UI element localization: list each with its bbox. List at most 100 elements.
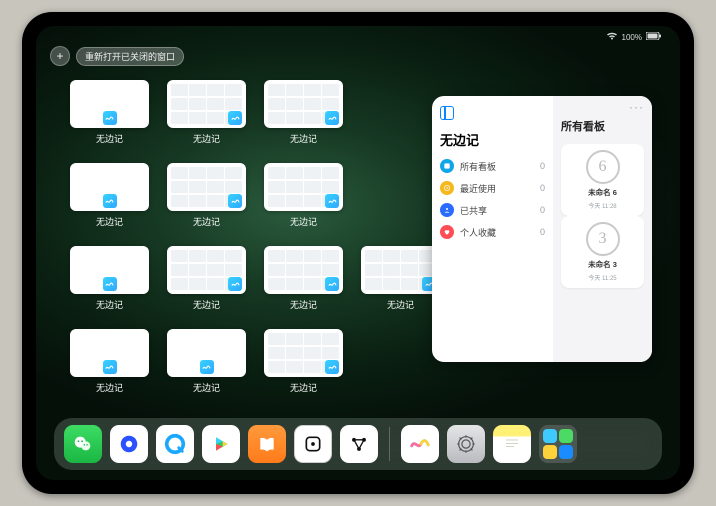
window-thumbnail <box>264 80 343 128</box>
window-thumbnail <box>167 163 246 211</box>
dock-app-wechat[interactable] <box>64 425 102 463</box>
window-thumbnail <box>70 329 149 377</box>
widget-sidebar: 无边记 所有看板 0 最近使用0 已共享 0 个人收藏0 <box>432 96 553 362</box>
wifi-icon <box>606 32 618 42</box>
dock-app-play[interactable] <box>202 425 240 463</box>
freeform-app-icon <box>228 194 242 208</box>
dock-app-dice[interactable] <box>294 425 332 463</box>
dock-app-graph[interactable] <box>340 425 378 463</box>
freeform-app-icon <box>200 360 214 374</box>
window-label: 无边记 <box>96 298 123 311</box>
freeform-app-icon <box>228 277 242 291</box>
board-date: 今天 11:28 <box>588 201 616 210</box>
window-label: 无边记 <box>290 381 317 394</box>
category-count: 0 <box>540 205 545 215</box>
window-label: 无边记 <box>290 298 317 311</box>
freeform-app-icon <box>103 194 117 208</box>
window-label: 无边记 <box>290 132 317 145</box>
app-window-card[interactable]: 无边记 <box>361 246 440 311</box>
category-icon <box>440 203 454 217</box>
window-thumbnail <box>361 246 440 294</box>
widget-category-row[interactable]: 个人收藏0 <box>440 221 545 243</box>
board-date: 今天 11:25 <box>588 273 616 282</box>
app-window-card[interactable]: 无边记 <box>264 163 343 228</box>
app-window-card[interactable]: 无边记 <box>70 246 149 311</box>
window-thumbnail <box>167 329 246 377</box>
window-thumbnail <box>264 163 343 211</box>
dock-app-qqbrowser[interactable] <box>156 425 194 463</box>
new-window-button[interactable]: + <box>50 46 70 66</box>
app-window-card[interactable]: 无边记 <box>167 163 246 228</box>
dock <box>54 418 662 470</box>
freeform-app-icon <box>103 360 117 374</box>
window-thumbnail <box>167 80 246 128</box>
widget-right-title: 所有看板 <box>561 118 644 134</box>
battery-label: 100% <box>622 33 642 42</box>
dock-recent-apps[interactable] <box>539 425 577 463</box>
app-window-card[interactable]: 无边记 <box>70 163 149 228</box>
board-name: 未命名 3 <box>588 259 617 270</box>
category-name: 所有看板 <box>460 160 496 173</box>
board-thumbnail: 3 <box>586 222 620 256</box>
category-icon <box>440 159 454 173</box>
window-thumbnail <box>264 329 343 377</box>
freeform-app-icon <box>325 111 339 125</box>
window-label: 无边记 <box>290 215 317 228</box>
window-label: 无边记 <box>193 132 220 145</box>
widget-category-row[interactable]: 所有看板 0 <box>440 155 545 177</box>
dock-app-settings[interactable] <box>447 425 485 463</box>
app-window-card[interactable]: 无边记 <box>167 246 246 311</box>
top-controls: + 重新打开已关闭的窗口 <box>50 46 184 66</box>
widget-category-row[interactable]: 最近使用0 <box>440 177 545 199</box>
window-thumbnail <box>70 163 149 211</box>
category-count: 0 <box>540 161 545 171</box>
app-window-card[interactable]: 无边记 <box>70 80 149 145</box>
app-window-card[interactable]: 无边记 <box>264 329 343 394</box>
app-switcher-grid: 无边记无边记无边记无边记无边记无边记无边记无边记无边记无边记无边记无边记无边记 <box>70 80 440 394</box>
window-label: 无边记 <box>96 381 123 394</box>
freeform-app-icon <box>325 360 339 374</box>
window-label: 无边记 <box>193 298 220 311</box>
screen: 100% + 重新打开已关闭的窗口 无边记无边记无边记无边记无边记无边记无边记无… <box>36 26 680 480</box>
window-thumbnail <box>70 246 149 294</box>
window-thumbnail <box>167 246 246 294</box>
window-label: 无边记 <box>193 215 220 228</box>
board-name: 未命名 6 <box>588 187 617 198</box>
sidebar-toggle-icon[interactable] <box>440 106 454 120</box>
dock-separator <box>389 427 390 461</box>
window-label: 无边记 <box>96 215 123 228</box>
app-window-card[interactable]: 无边记 <box>167 329 246 394</box>
widget-more-icon[interactable]: ··· <box>629 100 644 114</box>
board-card[interactable]: 3 未命名 3 今天 11:25 <box>561 216 644 288</box>
dock-app-quark[interactable] <box>110 425 148 463</box>
freeform-app-icon <box>103 277 117 291</box>
battery-icon <box>646 32 662 42</box>
app-window-card[interactable]: 无边记 <box>167 80 246 145</box>
status-bar: 100% <box>36 30 680 44</box>
widget-category-row[interactable]: 已共享 0 <box>440 199 545 221</box>
window-label: 无边记 <box>387 298 414 311</box>
dock-app-freeform[interactable] <box>401 425 439 463</box>
category-name: 个人收藏 <box>460 226 496 239</box>
app-window-card[interactable]: 无边记 <box>264 80 343 145</box>
board-thumbnail: 6 <box>586 150 620 184</box>
app-window-card[interactable]: 无边记 <box>70 329 149 394</box>
dock-app-books[interactable] <box>248 425 286 463</box>
app-window-card[interactable]: 无边记 <box>264 246 343 311</box>
freeform-app-icon <box>103 111 117 125</box>
reopen-closed-window-button[interactable]: 重新打开已关闭的窗口 <box>76 47 184 66</box>
widget-title: 无边记 <box>440 130 545 149</box>
category-icon <box>440 181 454 195</box>
freeform-widget[interactable]: 无边记 所有看板 0 最近使用0 已共享 0 个人收藏0 ··· 所有看板 6 未命名 6 今… <box>432 96 652 362</box>
window-label: 无边记 <box>96 132 123 145</box>
dock-app-notes[interactable] <box>493 425 531 463</box>
freeform-app-icon <box>228 111 242 125</box>
window-thumbnail <box>70 80 149 128</box>
widget-main: ··· 所有看板 6 未命名 6 今天 11:28 3 未命名 3 今天 11:25 <box>553 96 652 362</box>
freeform-app-icon <box>325 277 339 291</box>
window-label: 无边记 <box>193 381 220 394</box>
category-name: 最近使用 <box>460 182 496 195</box>
board-card[interactable]: 6 未命名 6 今天 11:28 <box>561 144 644 216</box>
category-name: 已共享 <box>460 204 487 217</box>
window-thumbnail <box>264 246 343 294</box>
